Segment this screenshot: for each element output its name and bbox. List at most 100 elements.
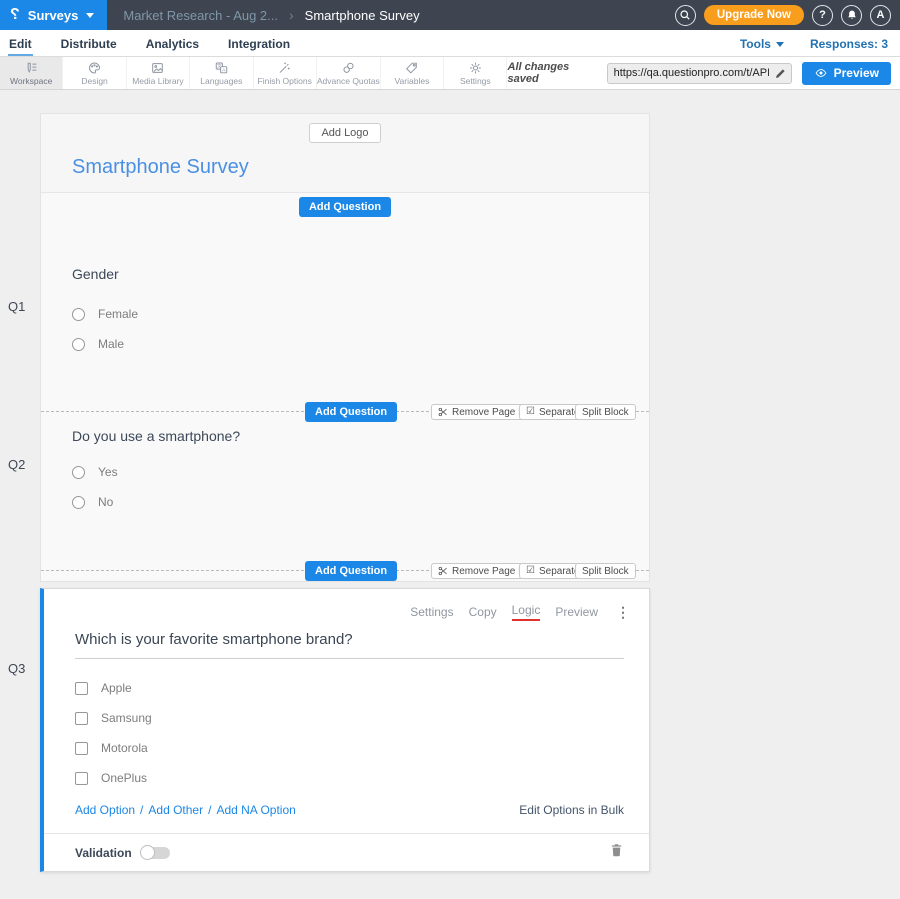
radio-input[interactable]	[72, 308, 85, 321]
split-block-button[interactable]: Split Block	[575, 563, 636, 579]
checkbox-checked-icon: ☑	[526, 566, 535, 576]
notifications-button[interactable]	[841, 5, 862, 26]
responses-link[interactable]: Responses: 3	[810, 37, 888, 51]
eye-icon	[814, 67, 828, 79]
question-text[interactable]: Which is your favorite smartphone brand?	[75, 631, 624, 648]
tool-label: Design	[81, 76, 107, 86]
survey-url-input[interactable]	[607, 63, 792, 84]
tool-advance-quotas[interactable]: Advance Quotas	[317, 57, 381, 89]
add-other-link[interactable]: Add Other	[148, 803, 203, 817]
tool-finish-options[interactable]: Finish Options	[254, 57, 317, 89]
edit-url-button[interactable]	[774, 67, 787, 85]
tag-icon	[403, 61, 420, 75]
tools-label: Tools	[740, 37, 771, 51]
add-logo-button[interactable]: Add Logo	[309, 123, 380, 143]
tool-design[interactable]: Design	[63, 57, 126, 89]
tool-workspace[interactable]: Workspace	[0, 57, 63, 89]
question-settings-link[interactable]: Settings	[410, 605, 453, 619]
checkbox-input[interactable]	[75, 742, 88, 755]
question-copy-link[interactable]: Copy	[469, 605, 497, 619]
survey-title[interactable]: Smartphone Survey	[72, 156, 649, 179]
question-block-q3-selected[interactable]: Settings Copy Logic Preview ⋮ Which is y…	[40, 588, 650, 872]
split-block-button[interactable]: Split Block	[575, 404, 636, 420]
breadcrumb-current: Smartphone Survey	[305, 8, 420, 23]
radio-input[interactable]	[72, 466, 85, 479]
radio-input[interactable]	[72, 338, 85, 351]
question-footer: Validation	[44, 834, 649, 871]
kebab-menu-icon[interactable]: ⋮	[616, 604, 630, 621]
preview-button[interactable]: Preview	[802, 62, 891, 85]
tab-integration[interactable]: Integration	[227, 33, 291, 56]
tab-edit[interactable]: Edit	[8, 33, 33, 56]
tool-label: Advance Quotas	[317, 76, 380, 86]
survey-header: Add Logo Smartphone Survey	[41, 114, 649, 193]
upgrade-now-button[interactable]: Upgrade Now	[704, 5, 804, 25]
option-label[interactable]: Motorola	[101, 741, 148, 755]
option-row: OnePlus	[75, 763, 649, 793]
question-code-q2: Q2	[8, 457, 25, 472]
survey-url-wrap	[607, 63, 792, 84]
question-logic-link[interactable]: Logic	[512, 603, 541, 621]
top-bar: ? Surveys Market Research - Aug 2... › S…	[0, 0, 900, 30]
tool-label: Media Library	[132, 76, 184, 86]
option-row: Yes	[72, 457, 649, 487]
validation-toggle[interactable]	[140, 845, 170, 860]
help-button[interactable]: ?	[812, 5, 833, 26]
radio-input[interactable]	[72, 496, 85, 509]
option-label[interactable]: OnePlus	[101, 771, 147, 785]
tool-label: Finish Options	[258, 76, 312, 86]
search-icon	[679, 9, 691, 21]
option-label[interactable]: Samsung	[101, 711, 152, 725]
option-label[interactable]: Apple	[101, 681, 132, 695]
tool-variables[interactable]: Variables	[381, 57, 444, 89]
avatar[interactable]: A	[870, 5, 891, 26]
edit-options-in-bulk-link[interactable]: Edit Options in Bulk	[519, 803, 624, 817]
breadcrumb: Market Research - Aug 2... › Smartphone …	[123, 7, 419, 23]
page-break-row: Add Question Remove Page Break ☑ Separat…	[41, 402, 649, 422]
nav-right: Tools Responses: 3	[740, 37, 888, 56]
option-row: Female	[72, 299, 649, 329]
tool-label: Variables	[395, 76, 430, 86]
add-na-option-link[interactable]: Add NA Option	[216, 803, 295, 817]
tool-settings[interactable]: Settings	[444, 57, 507, 89]
surveys-product-menu[interactable]: ? Surveys	[0, 0, 107, 30]
checkbox-input[interactable]	[75, 712, 88, 725]
tab-analytics[interactable]: Analytics	[145, 33, 200, 56]
question-block-q2[interactable]: Do you use a smartphone? Yes No	[41, 422, 649, 561]
option-row: Apple	[75, 673, 649, 703]
tab-distribute[interactable]: Distribute	[60, 33, 118, 56]
tool-media-library[interactable]: Media Library	[127, 57, 190, 89]
question-preview-link[interactable]: Preview	[555, 605, 598, 619]
toggle-knob	[140, 845, 155, 860]
question-text[interactable]: Gender	[72, 266, 649, 282]
question-code-q3: Q3	[8, 661, 25, 676]
add-option-link[interactable]: Add Option	[75, 803, 135, 817]
add-question-button[interactable]: Add Question	[299, 197, 391, 217]
bell-icon	[846, 9, 858, 21]
section-nav: Edit Distribute Analytics Integration To…	[0, 30, 900, 57]
breadcrumb-parent[interactable]: Market Research - Aug 2...	[123, 8, 278, 23]
search-button[interactable]	[675, 5, 696, 26]
option-row: Samsung	[75, 703, 649, 733]
option-label[interactable]: Male	[98, 337, 124, 351]
tools-menu[interactable]: Tools	[740, 37, 784, 51]
question-text[interactable]: Do you use a smartphone?	[72, 428, 649, 444]
toolbar-right: All changes saved Preview	[508, 57, 900, 89]
survey-canvas: Q1 Q2 Q3 Add Logo Smartphone Survey Add …	[0, 113, 900, 899]
survey-card: Add Logo Smartphone Survey Add Question …	[40, 113, 650, 582]
add-option-links: Add Option / Add Other / Add NA Option	[75, 803, 296, 817]
translate-icon: 文 A	[213, 61, 230, 75]
option-links-row: Add Option / Add Other / Add NA Option E…	[75, 799, 624, 821]
magic-wand-icon	[276, 61, 293, 75]
option-label[interactable]: No	[98, 495, 113, 509]
delete-question-button[interactable]	[609, 842, 624, 863]
add-question-button[interactable]: Add Question	[305, 561, 397, 581]
question-block-q1[interactable]: Gender Female Male	[41, 221, 649, 402]
tool-languages[interactable]: 文 A Languages	[190, 57, 253, 89]
checkbox-input[interactable]	[75, 772, 88, 785]
checkbox-input[interactable]	[75, 682, 88, 695]
option-label[interactable]: Female	[98, 307, 138, 321]
product-label: Surveys	[28, 8, 79, 23]
option-label[interactable]: Yes	[98, 465, 118, 479]
add-question-button[interactable]: Add Question	[305, 402, 397, 422]
